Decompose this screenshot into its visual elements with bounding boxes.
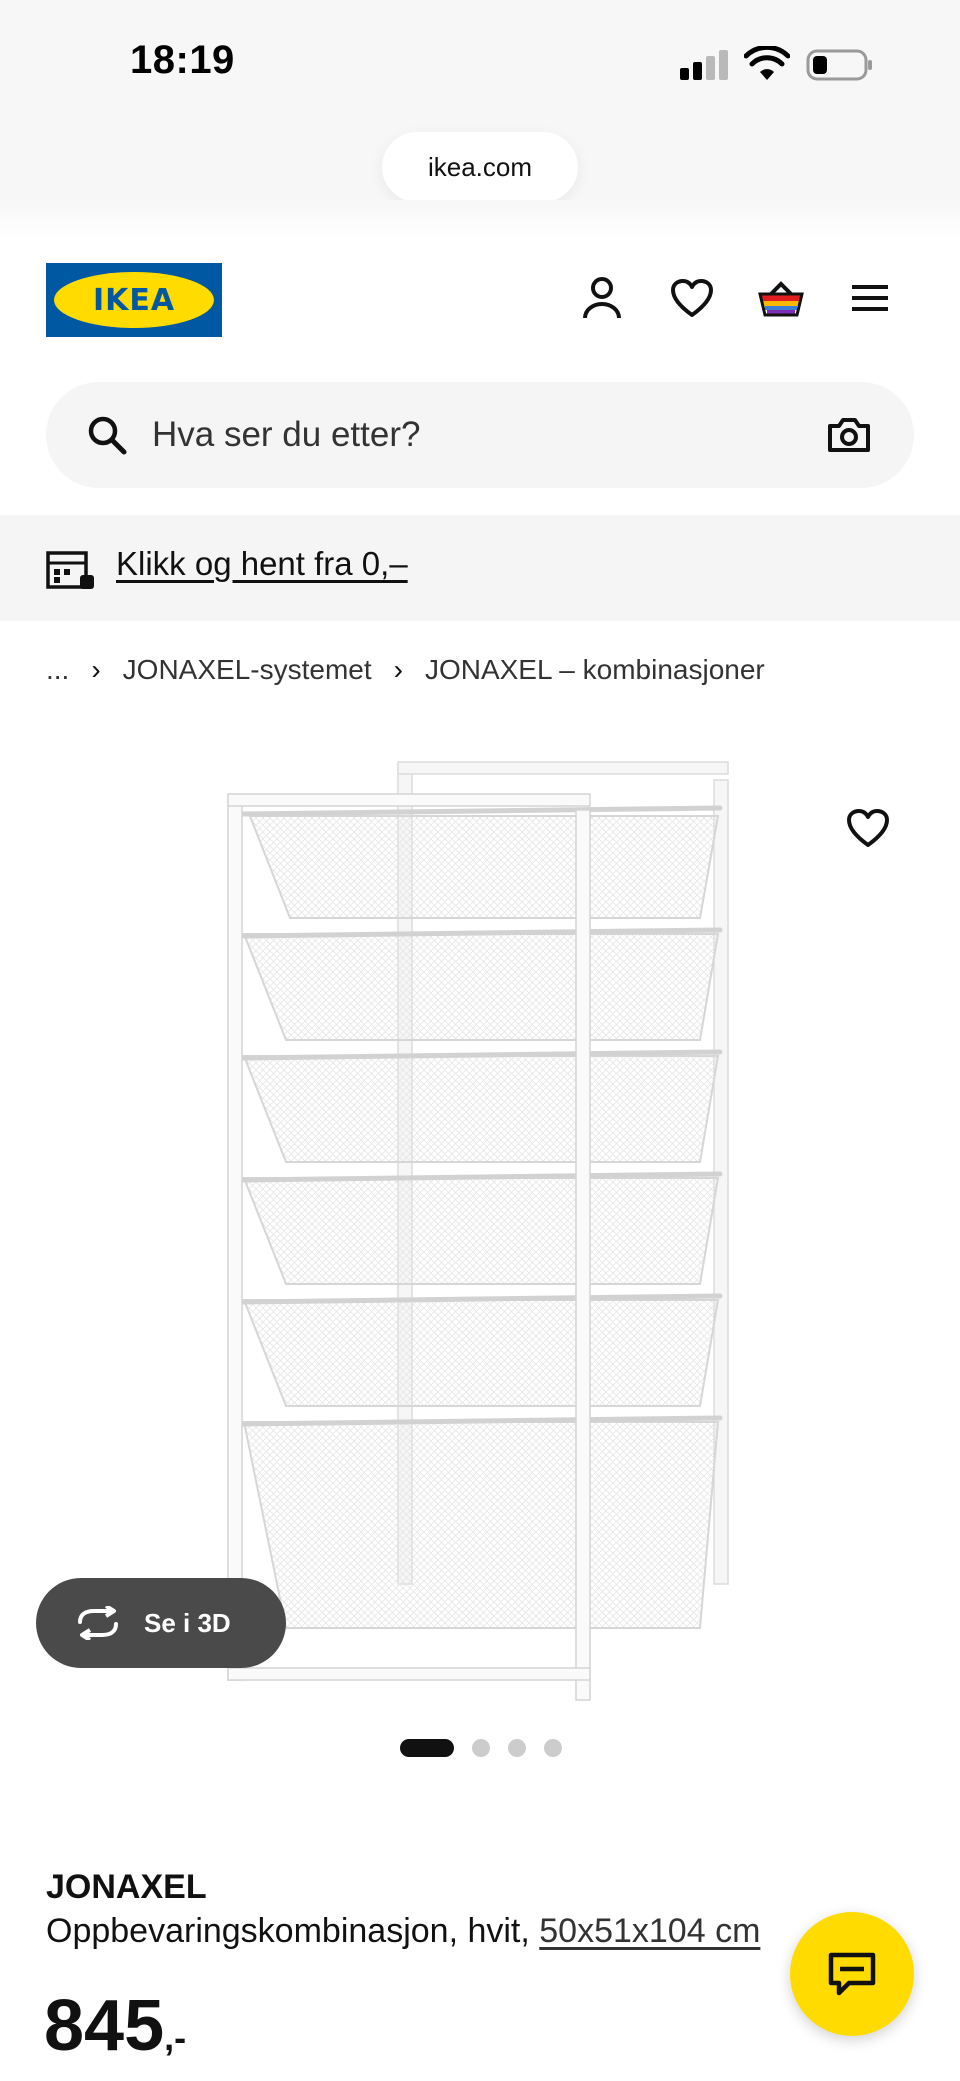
breadcrumb: ... › JONAXEL-systemet › JONAXEL – kombi… [46, 650, 765, 690]
search-bar[interactable] [46, 382, 914, 488]
product-dimensions-link[interactable]: 50x51x104 cm [539, 1912, 760, 1950]
view-in-3d-button[interactable]: Se i 3D [36, 1578, 286, 1668]
product-description: Oppbevaringskombinasjon, hvit, 50x51x104… [46, 1912, 926, 1951]
ikea-logo[interactable]: IKEA [46, 263, 222, 337]
gallery-dot-active[interactable] [400, 1739, 454, 1757]
product-type: Oppbevaringskombinasjon, hvit, [46, 1912, 540, 1950]
browser-url-area: ikea.com [0, 120, 960, 212]
heart-icon[interactable] [668, 274, 716, 322]
chat-icon [828, 1952, 876, 1996]
price-suffix: ,- [164, 2017, 187, 2058]
search-input[interactable] [152, 404, 832, 466]
breadcrumb-item[interactable]: JONAXEL – kombinasjoner [425, 654, 765, 686]
status-bar: 18:19 [0, 0, 960, 120]
breadcrumb-ellipsis[interactable]: ... [46, 654, 69, 686]
view-in-3d-label: Se i 3D [144, 1607, 231, 1638]
battery-icon [806, 49, 872, 81]
click-collect-banner: Klikk og hent fra 0,– [0, 515, 960, 621]
cart-icon[interactable] [757, 274, 805, 322]
camera-search-icon[interactable] [826, 412, 872, 458]
gallery-dot[interactable] [544, 1739, 562, 1757]
url-bar[interactable]: ikea.com [382, 132, 578, 202]
rotate-3d-icon [78, 1606, 118, 1640]
gallery-pagination [400, 1738, 580, 1758]
store-icon [46, 551, 94, 589]
breadcrumb-item[interactable]: JONAXEL-systemet [123, 654, 372, 686]
menu-icon[interactable] [846, 274, 894, 322]
gallery-dot[interactable] [472, 1739, 490, 1757]
chevron-right-icon: › [393, 654, 403, 685]
product-price: 845,- [44, 1985, 186, 2067]
product-name: JONAXEL [46, 1868, 207, 1906]
wifi-icon [744, 46, 790, 80]
account-icon[interactable] [578, 274, 626, 322]
add-to-favourites-icon[interactable] [846, 808, 894, 856]
chat-button[interactable] [790, 1912, 914, 2036]
gallery-dot[interactable] [508, 1739, 526, 1757]
click-collect-link[interactable]: Klikk og hent fra 0,– [116, 545, 408, 583]
price-value: 845 [44, 1986, 165, 2066]
basket [242, 815, 720, 1629]
cellular-signal-icon [680, 50, 732, 80]
chevron-right-icon: › [91, 654, 101, 685]
search-icon [88, 416, 127, 455]
url-area-fade [0, 200, 960, 240]
logo-text: IKEA [54, 272, 214, 328]
product-image[interactable] [200, 748, 760, 1708]
status-time: 18:19 [130, 38, 235, 82]
